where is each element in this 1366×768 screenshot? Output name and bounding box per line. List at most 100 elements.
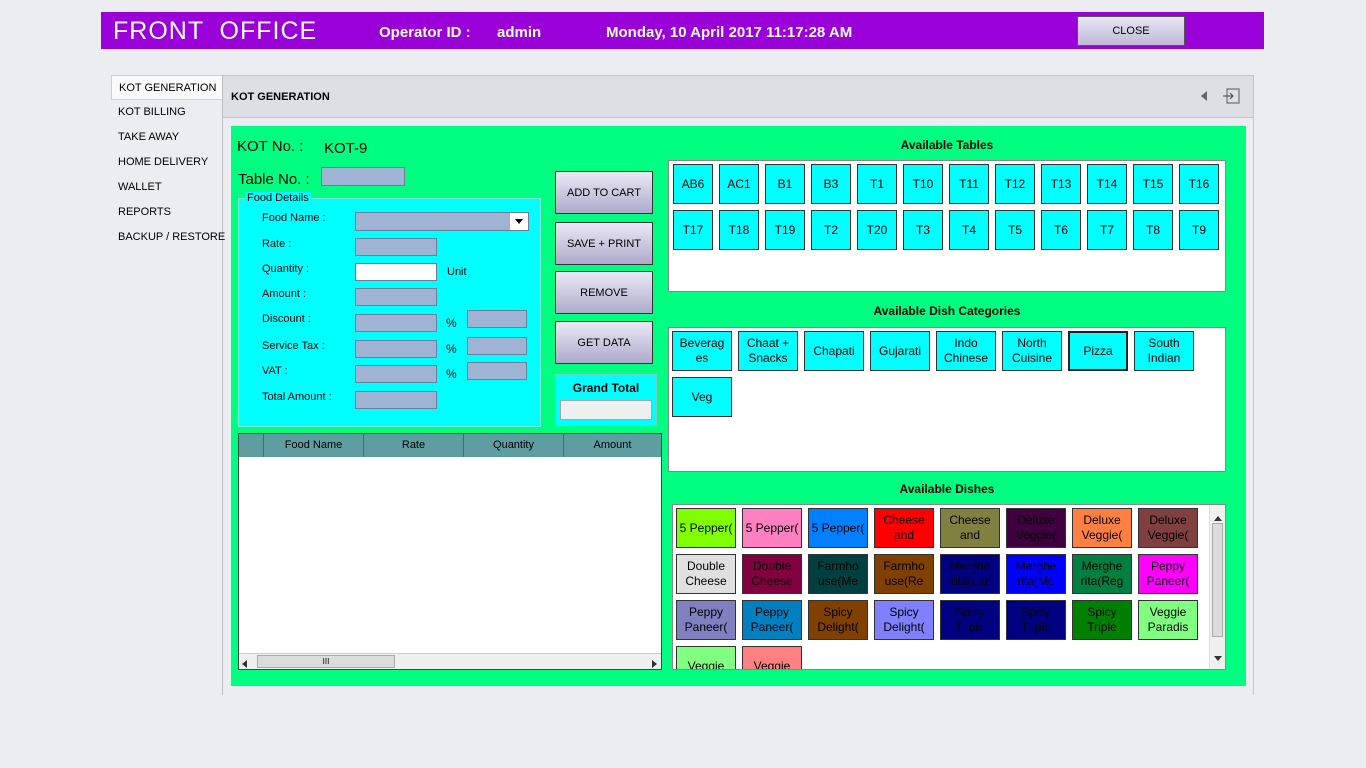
table-button[interactable]: T18 [719,210,759,250]
table-button[interactable]: T7 [1087,210,1127,250]
category-button[interactable]: Pizza [1068,331,1128,371]
table-button[interactable]: T20 [857,210,897,250]
dish-button[interactable]: Merghe rita(Reg [1072,554,1132,594]
dish-button[interactable]: Peppy Paneer( [742,600,802,640]
dish-button[interactable]: Deluxe Veggie( [1072,508,1132,548]
sidebar-item-take-away[interactable]: TAKE AWAY [111,125,222,150]
sidebar-item-kot-generation[interactable]: KOT GENERATION [111,75,222,100]
collapse-arrow-icon[interactable] [1200,90,1208,102]
table-button[interactable]: T4 [949,210,989,250]
dish-button[interactable]: Double Cheese [742,554,802,594]
scroll-up-icon[interactable] [1214,510,1222,524]
table-button[interactable]: AB6 [673,164,713,204]
category-button[interactable]: Beverag es [672,331,732,371]
table-button[interactable]: T9 [1179,210,1219,250]
scroll-left-icon[interactable] [242,657,247,671]
column-header-food-name[interactable]: Food Name [264,434,364,457]
dish-button[interactable]: Veggie Paradis [1138,600,1198,640]
table-button[interactable]: B1 [765,164,805,204]
category-button[interactable]: Chapati [804,331,864,371]
sidebar-item-wallet[interactable]: WALLET [111,175,222,200]
table-button[interactable]: T2 [811,210,851,250]
table-button[interactable]: T17 [673,210,713,250]
discount-percent-field[interactable] [355,314,437,332]
vat-value-field[interactable] [467,362,527,380]
chevron-down-icon[interactable] [510,213,528,230]
sidebar-item-reports[interactable]: REPORTS [111,200,222,225]
category-button[interactable]: Veg [672,377,732,417]
category-button[interactable]: Chaat + Snacks [738,331,798,371]
table-button[interactable]: T19 [765,210,805,250]
dish-button[interactable]: Spicy Triple [940,600,1000,640]
close-button[interactable]: CLOSE [1077,16,1185,46]
vertical-scroll-thumb[interactable] [1212,523,1223,637]
dish-button[interactable]: Merghe rita(Lar [940,554,1000,594]
dish-button[interactable]: Double Cheese [676,554,736,594]
dish-button[interactable]: Spicy Delight( [808,600,868,640]
remove-button[interactable]: REMOVE [555,271,653,314]
column-header-amount[interactable]: Amount [564,434,661,457]
scroll-right-icon[interactable] [652,657,657,671]
dish-button[interactable]: Spicy Triple [1072,600,1132,640]
dish-button[interactable]: Veggie [676,646,736,669]
dish-button[interactable]: Farmho use(Me [808,554,868,594]
category-button[interactable]: South Indian [1134,331,1194,371]
dish-button[interactable]: Cheese and [940,508,1000,548]
table-button[interactable]: T13 [1041,164,1081,204]
dish-button[interactable]: Veggie [742,646,802,669]
grand-total-field[interactable] [560,400,652,420]
table-button[interactable]: T1 [857,164,897,204]
dish-button[interactable]: Spicy Delight( [874,600,934,640]
dish-button[interactable]: Spicy Triple [1006,600,1066,640]
table-button[interactable]: T11 [949,164,989,204]
table-button[interactable]: T8 [1133,210,1173,250]
dish-button[interactable]: Cheese and [874,508,934,548]
vertical-scrollbar[interactable] [1209,505,1225,669]
dish-button[interactable]: Peppy Paneer( [1138,554,1198,594]
table-button[interactable]: T5 [995,210,1035,250]
rate-field[interactable] [355,238,437,256]
sidebar-item-home-delivery[interactable]: HOME DELIVERY [111,150,222,175]
column-header-rate[interactable]: Rate [364,434,464,457]
table-button[interactable]: T15 [1133,164,1173,204]
scroll-down-icon[interactable] [1214,650,1222,664]
horizontal-scrollbar[interactable]: III [239,653,661,669]
exit-icon[interactable] [1223,88,1241,104]
dish-button[interactable]: 5 Pepper( [742,508,802,548]
dish-button[interactable]: Peppy Paneer( [676,600,736,640]
sidebar-item-kot-billing[interactable]: KOT BILLING [111,100,222,125]
vat-percent-field[interactable] [355,365,437,383]
save-print-button[interactable]: SAVE + PRINT [555,222,653,265]
service-tax-percent-field[interactable] [355,340,437,358]
dish-button[interactable]: Farmho use(Re [874,554,934,594]
table-button[interactable]: T14 [1087,164,1127,204]
service-tax-value-field[interactable] [467,337,527,355]
table-button[interactable]: T10 [903,164,943,204]
table-button[interactable]: AC1 [719,164,759,204]
quantity-field[interactable] [355,263,437,281]
total-amount-field[interactable] [355,391,437,409]
scroll-thumb[interactable]: III [257,655,395,668]
dish-button[interactable]: 5 Pepper( [676,508,736,548]
table-button[interactable]: T12 [995,164,1035,204]
cart-grid[interactable]: Food Name Rate Quantity Amount III [238,433,662,670]
category-button[interactable]: North Cuisine [1002,331,1062,371]
get-data-button[interactable]: GET DATA [555,321,653,364]
category-button[interactable]: Gujarati [870,331,930,371]
sidebar-item-backup-restore[interactable]: BACKUP / RESTORE [111,225,225,250]
dish-button[interactable]: Deluxe Veggie( [1006,508,1066,548]
table-button[interactable]: T3 [903,210,943,250]
table-no-field[interactable] [321,167,405,186]
table-button[interactable]: T6 [1041,210,1081,250]
food-name-select[interactable] [355,212,529,231]
dish-button[interactable]: Deluxe Veggie( [1138,508,1198,548]
amount-field[interactable] [355,288,437,306]
column-header-quantity[interactable]: Quantity [464,434,564,457]
add-to-cart-button[interactable]: ADD TO CART [555,171,653,214]
table-button[interactable]: B3 [811,164,851,204]
category-button[interactable]: Indo Chinese [936,331,996,371]
dish-button[interactable]: Merghe rita(Me [1006,554,1066,594]
discount-value-field[interactable] [467,310,527,328]
dish-button[interactable]: 5 Pepper( [808,508,868,548]
table-button[interactable]: T16 [1179,164,1219,204]
